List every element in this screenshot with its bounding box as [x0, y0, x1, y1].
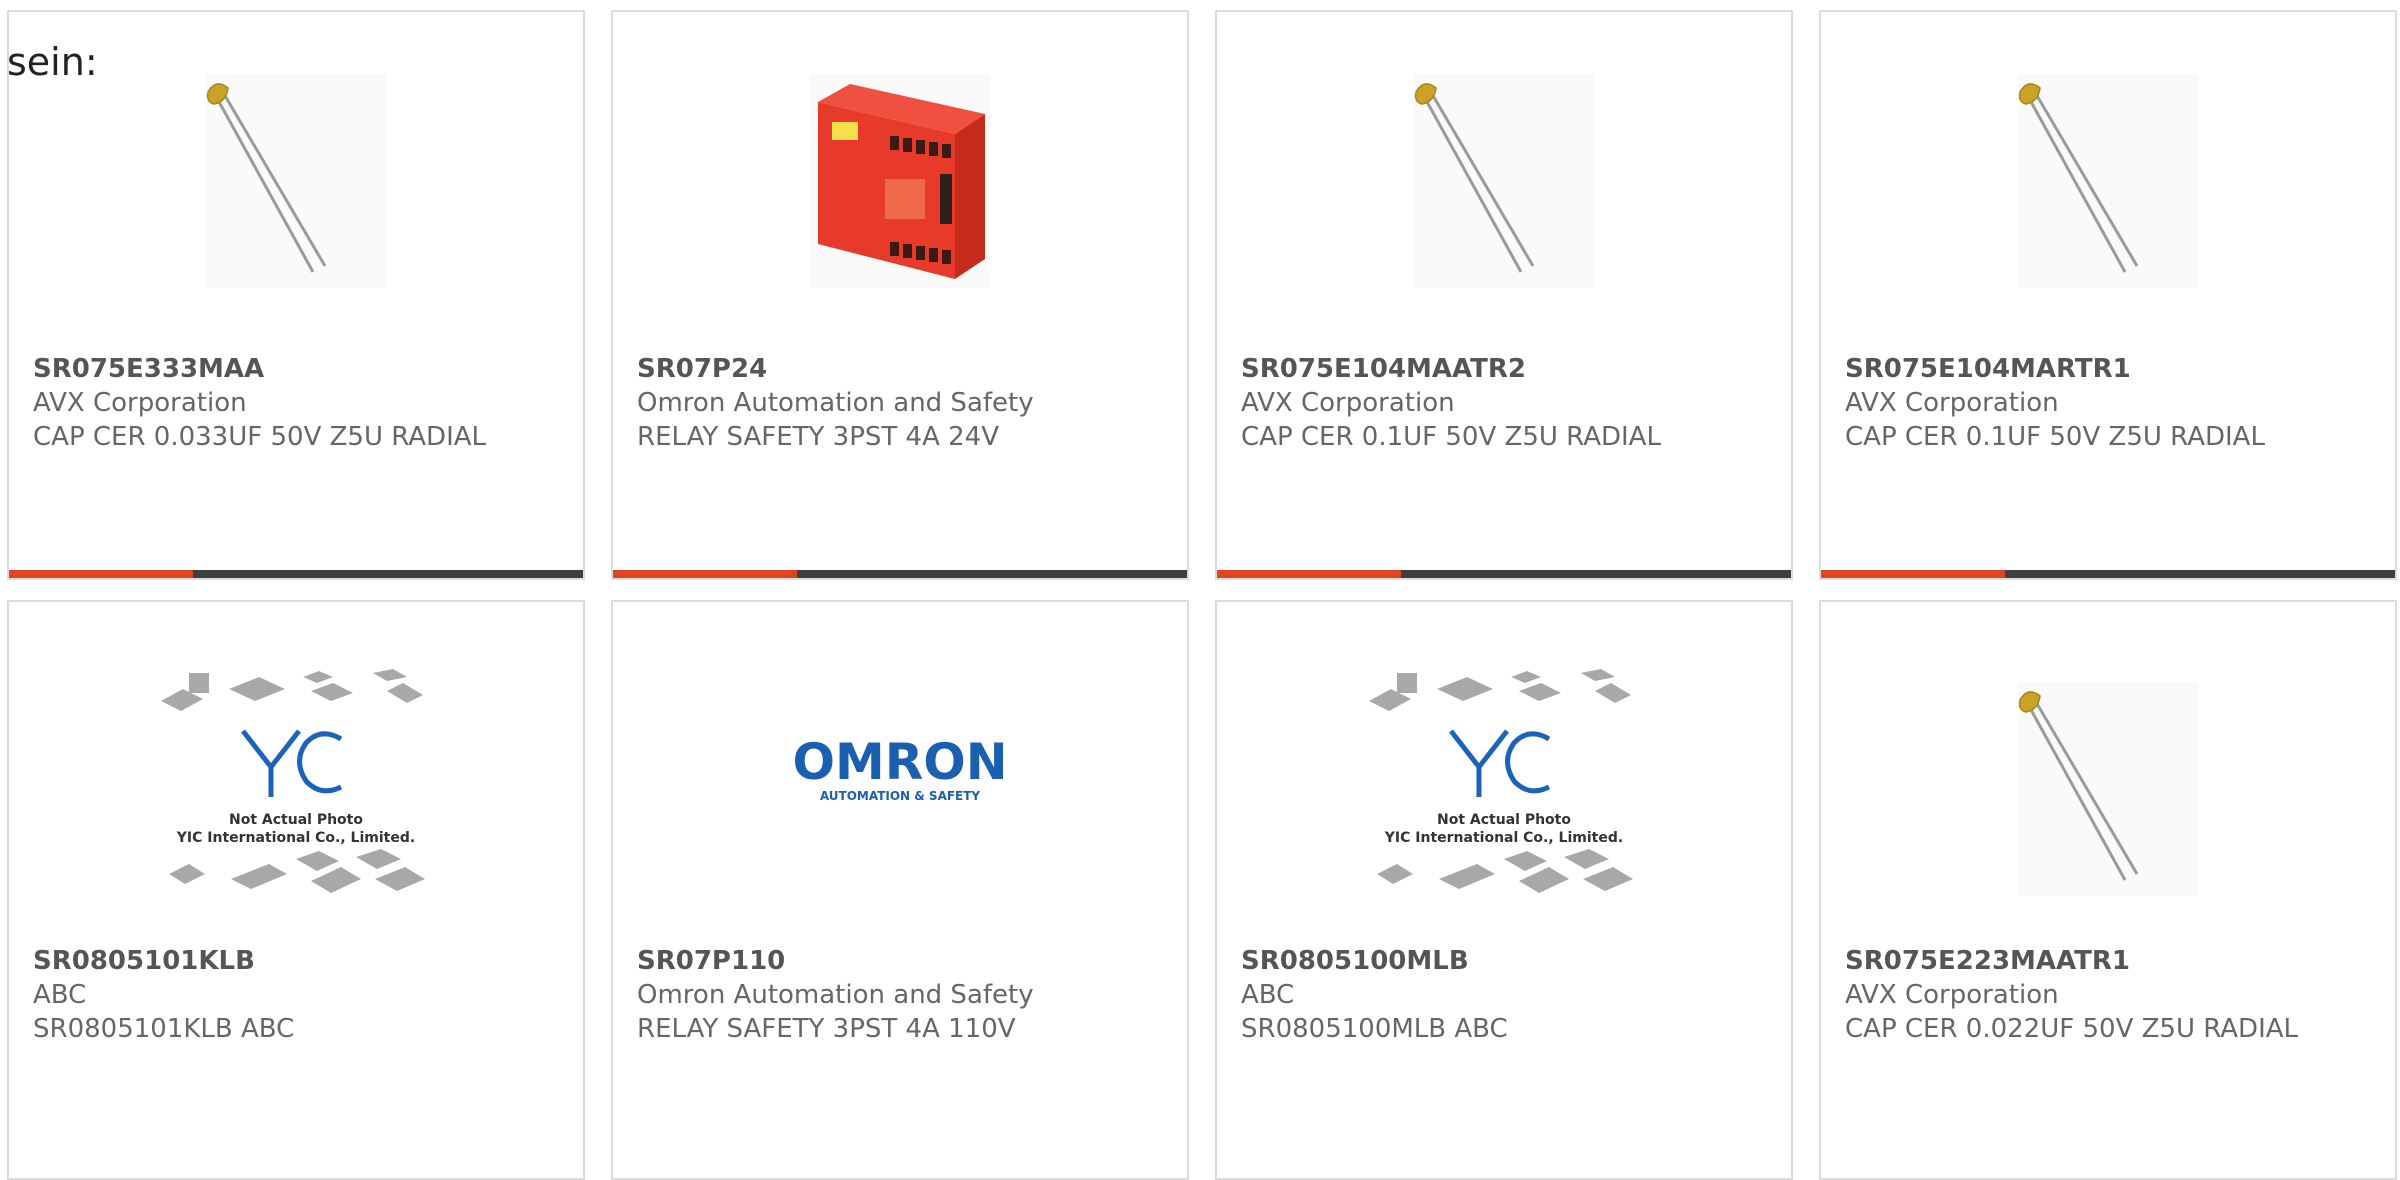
- product-image[interactable]: [9, 74, 583, 288]
- product-card[interactable]: SR075E333MAA AVX Corporation CAP CER 0.0…: [7, 10, 585, 580]
- manufacturer: ABC: [33, 980, 87, 1010]
- part-number[interactable]: SR075E104MAATR2: [1241, 352, 1771, 386]
- part-number[interactable]: SR075E223MAATR1: [1845, 944, 2375, 978]
- part-number[interactable]: SR0805101KLB: [33, 944, 563, 978]
- placeholder-note-line1: Not Actual Photo: [229, 812, 363, 828]
- omron-tagline: AUTOMATION & SAFETY: [820, 789, 981, 803]
- description: RELAY SAFETY 3PST 4A 110V: [637, 1014, 1016, 1044]
- description: CAP CER 0.033UF 50V Z5U RADIAL: [33, 422, 487, 452]
- product-card[interactable]: SR075E104MAATR2 AVX Corporation CAP CER …: [1215, 10, 1793, 580]
- product-image[interactable]: OMRON AUTOMATION & SAFETY: [613, 674, 1187, 904]
- manufacturer: Omron Automation and Safety: [637, 980, 1034, 1010]
- part-number[interactable]: SR075E104MARTR1: [1845, 352, 2375, 386]
- product-image[interactable]: Not Actual Photo YIC International Co., …: [1217, 669, 1791, 904]
- placeholder-note-line2: YIC International Co., Limited.: [1384, 830, 1623, 846]
- page-label: sein:: [7, 40, 98, 84]
- product-card[interactable]: Not Actual Photo YIC International Co., …: [7, 600, 585, 1180]
- part-number[interactable]: SR07P110: [637, 944, 1167, 978]
- description: RELAY SAFETY 3PST 4A 24V: [637, 422, 1000, 452]
- description: CAP CER 0.1UF 50V Z5U RADIAL: [1845, 422, 2265, 452]
- card-bar: [613, 570, 1187, 578]
- card-bar: [1217, 570, 1791, 578]
- product-card[interactable]: SR075E223MAATR1 AVX Corporation CAP CER …: [1819, 600, 2397, 1180]
- product-image[interactable]: [1821, 74, 2395, 288]
- manufacturer: AVX Corporation: [1845, 980, 2059, 1010]
- product-image[interactable]: Not Actual Photo YIC International Co., …: [9, 669, 583, 904]
- yic-placeholder-image: Not Actual Photo YIC International Co., …: [1369, 669, 1633, 893]
- capacitor-photo: [2018, 682, 2198, 896]
- yic-placeholder-image: Not Actual Photo YIC International Co., …: [161, 669, 425, 893]
- product-card[interactable]: Not Actual Photo YIC International Co., …: [1215, 600, 1793, 1180]
- relay-photo: [810, 74, 990, 288]
- capacitor-photo: [1414, 74, 1594, 288]
- part-number[interactable]: SR075E333MAA: [33, 352, 563, 386]
- manufacturer: Omron Automation and Safety: [637, 388, 1034, 418]
- description: SR0805101KLB ABC: [33, 1014, 295, 1044]
- part-number[interactable]: SR0805100MLB: [1241, 944, 1771, 978]
- description: SR0805100MLB ABC: [1241, 1014, 1508, 1044]
- description: CAP CER 0.022UF 50V Z5U RADIAL: [1845, 1014, 2299, 1044]
- manufacturer: ABC: [1241, 980, 1295, 1010]
- product-card[interactable]: SR075E104MARTR1 AVX Corporation CAP CER …: [1819, 10, 2397, 580]
- manufacturer: AVX Corporation: [1845, 388, 2059, 418]
- description: CAP CER 0.1UF 50V Z5U RADIAL: [1241, 422, 1661, 452]
- product-image[interactable]: [613, 74, 1187, 288]
- omron-brand-text: OMRON: [792, 733, 1007, 791]
- manufacturer: AVX Corporation: [1241, 388, 1455, 418]
- capacitor-photo: [206, 74, 386, 288]
- product-image[interactable]: [1217, 74, 1791, 288]
- capacitor-photo: [2018, 74, 2198, 288]
- yic-logo-mark: [241, 729, 343, 797]
- omron-logo-image: OMRON AUTOMATION & SAFETY: [792, 733, 1007, 803]
- part-number[interactable]: SR07P24: [637, 352, 1167, 386]
- placeholder-note-line1: Not Actual Photo: [1437, 812, 1571, 828]
- placeholder-note-line2: YIC International Co., Limited.: [176, 830, 415, 846]
- product-image[interactable]: [1821, 674, 2395, 904]
- yic-logo-mark: [1449, 729, 1551, 797]
- product-card[interactable]: OMRON AUTOMATION & SAFETY SR07P110 Omron…: [611, 600, 1189, 1180]
- product-card[interactable]: SR07P24 Omron Automation and Safety RELA…: [611, 10, 1189, 580]
- card-bar: [1821, 570, 2395, 578]
- card-bar: [9, 570, 583, 578]
- manufacturer: AVX Corporation: [33, 388, 247, 418]
